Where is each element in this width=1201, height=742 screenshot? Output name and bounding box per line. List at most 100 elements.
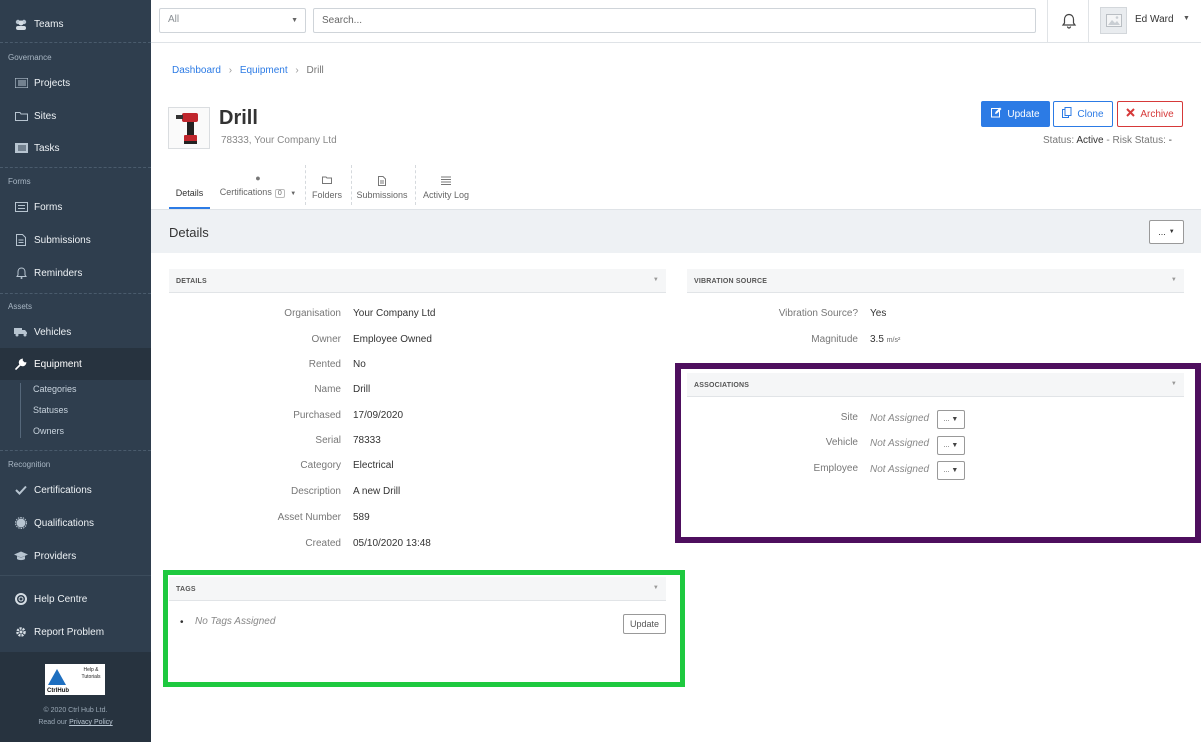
sidebar-section-recognition: Recognition [8,460,51,469]
list-icon [441,176,451,186]
sidebar-subitem-owners[interactable]: Owners [33,426,64,436]
sidebar-item-projects[interactable]: Projects [0,68,151,98]
wrench-icon [14,358,28,370]
risk-status-label: Risk Status: [1112,135,1166,146]
sidebar-item-vehicles[interactable]: Vehicles [0,317,151,347]
sidebar-item-label: Sites [34,110,57,122]
breadcrumb-dashboard[interactable]: Dashboard [172,65,221,76]
file-icon [14,234,28,246]
sidebar-item-forms[interactable]: Forms [0,192,151,222]
tab-details[interactable]: Details [169,163,210,209]
chevron-down-icon[interactable]: ▼ [1183,15,1190,22]
tab-submissions[interactable]: Submissions [355,163,409,209]
sidebar-subitem-categories[interactable]: Categories [33,384,77,394]
tab-divider [351,165,352,205]
logo-help-text: Help & Tutorials [81,667,101,680]
sidebar: Teams Governance Projects Sites Tasks Fo… [0,0,151,742]
sidebar-item-label: Reminders [34,267,83,279]
archive-button[interactable]: Archive [1117,101,1183,127]
sidebar-divider [0,450,151,451]
clone-button-label: Clone [1077,108,1104,120]
equipment-thumbnail[interactable] [168,107,210,149]
field-label: Serial [315,435,341,446]
field-label: Organisation [284,308,341,319]
sidebar-item-reminders[interactable]: Reminders [0,258,151,288]
details-menu-button[interactable]: ... ▼ [1149,220,1184,244]
sidebar-item-label: Providers [34,550,77,562]
field-created: 05/10/2020 13:48 [353,538,431,549]
field-label: Purchased [293,410,341,421]
collapse-caret-icon[interactable]: ▼ [653,277,659,283]
associations-highlight-box [675,363,1201,543]
copy-icon [1062,107,1072,121]
status-label: Status: [1043,135,1075,146]
drill-image-icon [176,113,198,144]
edit-icon [991,107,1002,121]
tags-highlight-box [163,570,685,687]
risk-status-value: - [1168,135,1172,146]
privacy-line: Read our Privacy Policy [0,719,151,726]
sidebar-item-submissions[interactable]: Submissions [0,225,151,255]
search-input[interactable] [313,8,1036,33]
status-value: Active [1076,135,1104,146]
sidebar-section-forms: Forms [8,177,31,186]
status-line: Status: Active - Risk Status: - [1043,135,1172,146]
sidebar-item-providers[interactable]: Providers [0,541,151,571]
breadcrumb-equipment[interactable]: Equipment [240,65,288,76]
sidebar-item-sites[interactable]: Sites [0,101,151,131]
sidebar-divider [0,167,151,168]
vibration-panel-header[interactable]: VIBRATION SOURCE ▼ [687,269,1184,293]
collapse-caret-icon[interactable]: ▼ [1171,277,1177,283]
details-menu-label: ... [1158,227,1166,237]
tab-divider [415,165,416,205]
sidebar-item-label: Vehicles [34,326,72,338]
details-panel-header[interactable]: DETAILS ▼ [169,269,666,293]
tab-activity-log[interactable]: Activity Log [421,163,471,209]
notifications-bell-icon[interactable] [1060,12,1078,30]
folder-icon [14,110,28,122]
users-icon [14,18,28,30]
sidebar-item-label: Help Centre [34,593,88,605]
sidebar-item-equipment[interactable]: Equipment [0,348,151,380]
folder-icon [322,176,332,186]
page-subtitle: 78333, Your Company Ltd [221,135,337,146]
breadcrumb-separator-icon: › [228,65,233,76]
ctrlhub-help-logo[interactable]: CtrlHub Help & Tutorials [45,664,105,695]
filter-select[interactable]: All ▼ [159,8,306,33]
tab-certifications[interactable]: ● Certifications 0 ▼ [215,163,301,209]
topbar-separator [1088,0,1089,43]
sidebar-item-report-problem[interactable]: Report Problem [0,617,151,647]
sidebar-item-label: Tasks [34,142,60,154]
lifebuoy-icon [14,593,28,605]
details-section-bar: Details ... ▼ [151,209,1201,253]
sidebar-divider [0,575,151,576]
sidebar-subitem-statuses[interactable]: Statuses [33,405,68,415]
user-menu-name[interactable]: Ed Ward [1135,14,1174,25]
logo-name: CtrlHub [47,688,69,694]
sidebar-item-teams[interactable]: Teams [0,9,151,39]
field-vibration-source: Yes [870,308,887,319]
field-description: A new Drill [353,486,401,497]
sidebar-item-help-centre[interactable]: Help Centre [0,584,151,614]
list-icon [14,77,28,89]
breadcrumb: Dashboard › Equipment › Drill [172,65,324,76]
sidebar-item-certifications[interactable]: Certifications [0,475,151,505]
privacy-policy-link[interactable]: Privacy Policy [69,719,113,726]
tab-folders[interactable]: Folders [308,163,346,209]
sidebar-item-qualifications[interactable]: Qualifications [0,508,151,538]
tab-label: Certifications [219,187,272,197]
field-label: Magnitude [811,334,858,345]
sidebar-item-label: Teams [34,18,64,30]
sidebar-divider [0,293,151,294]
clone-button[interactable]: Clone [1053,101,1113,127]
certifications-count-badge: 0 [274,189,285,198]
update-button[interactable]: Update [981,101,1050,127]
field-owner: Employee Owned [353,334,432,345]
avatar[interactable] [1100,7,1127,34]
section-title: Details [169,225,209,240]
field-label: Rented [308,359,341,370]
truck-icon [14,326,28,338]
archive-button-label: Archive [1140,108,1174,120]
sidebar-item-tasks[interactable]: Tasks [0,133,151,163]
field-organisation: Your Company Ltd [353,308,436,319]
